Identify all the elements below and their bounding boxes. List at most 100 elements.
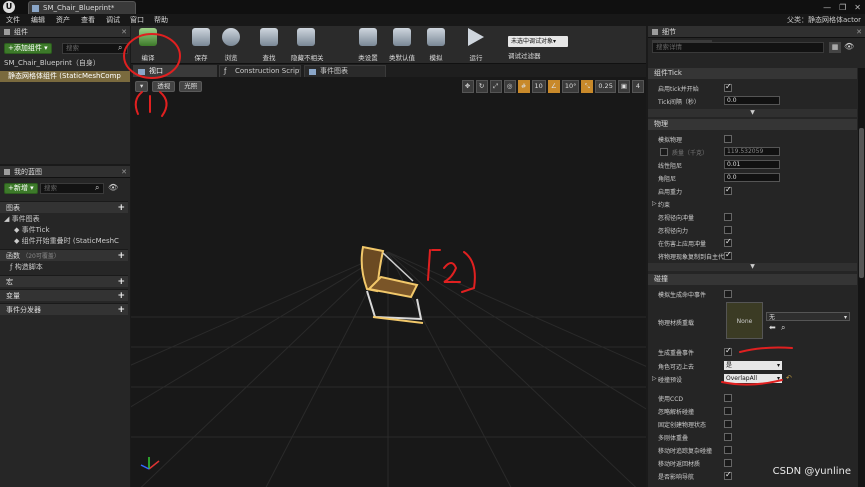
phys-material-thumbnail[interactable]: None [726,302,763,339]
new-button[interactable]: +新增 ▾ [4,183,38,194]
dispatchers-section[interactable]: 事件分发器 + [0,303,128,315]
hide-unrelated-button[interactable]: 隐藏不相关 [291,28,324,62]
ignore-radial-force-checkbox[interactable] [724,226,732,234]
functions-section[interactable]: 函数 （20可覆盖） + [0,249,128,261]
grid-view-icon[interactable]: ▦ [829,42,841,53]
section-collision[interactable]: 碰撞 [648,274,857,285]
menu-help[interactable]: 帮助 [154,15,168,25]
generate-overlap-checkbox[interactable] [724,346,732,356]
menu-asset[interactable]: 资产 [56,15,70,25]
find-button[interactable]: 查找 [254,28,284,62]
menu-view[interactable]: 查看 [81,15,95,25]
expand-tick-icon[interactable]: ▼ [648,109,857,117]
close-icon[interactable]: ✕ [121,166,127,178]
expand-physics-icon[interactable]: ▼ [648,263,857,271]
world-space-icon[interactable]: ◎ [503,80,516,93]
rotate-tool-icon[interactable]: ↻ [475,80,488,93]
scale-snap-icon[interactable]: ⤡ [581,80,594,93]
event-tick-item[interactable]: ◆ 事件Tick [0,225,128,236]
document-tab[interactable]: SM_Chair_Blueprint* [28,1,136,14]
simulate-physics-checkbox[interactable] [724,135,732,143]
add-dispatcher-icon[interactable]: + [117,304,125,316]
reset-icon[interactable]: ↶ [786,374,792,382]
maximize-button[interactable]: ❐ [839,3,846,12]
can-step-up-select[interactable]: 是 ▾ [724,361,782,370]
ignore-radial-impulse-checkbox[interactable] [724,213,732,221]
construction-script-item[interactable]: ƒ 构造脚本 [0,262,128,273]
add-variable-icon[interactable]: + [117,290,125,302]
close-icon[interactable]: ✕ [856,26,862,38]
add-function-icon[interactable]: + [117,250,125,262]
always-create-physics-checkbox[interactable] [724,420,732,428]
add-component-button[interactable]: +添加组件 ▾ [4,43,52,54]
tick-start-checkbox[interactable] [724,82,732,92]
overlap-event-item[interactable]: ◆ 组件开始重叠时 (StaticMeshC [0,236,128,247]
section-component-tick[interactable]: 组件Tick [648,68,857,79]
details-scrollbar[interactable] [858,68,865,487]
scale-snap-value[interactable]: 0.25 [595,80,616,93]
return-material-checkbox[interactable] [724,459,732,467]
variables-section[interactable]: 变量 + [0,289,128,301]
perspective-button[interactable]: 透视 [152,81,176,92]
apply-impulse-checkbox[interactable] [724,237,732,247]
check-async-checkbox[interactable] [724,446,732,454]
browse-button[interactable]: 浏览 [216,28,246,62]
grid-snap-icon[interactable]: # [517,80,530,93]
enable-gravity-checkbox[interactable] [724,185,732,195]
collision-presets-select[interactable]: OverlapAll ▾ [724,374,782,383]
phys-material-select[interactable]: 无 ▾ [766,312,850,321]
camera-speed-value[interactable]: 4 [632,80,644,93]
tab-event-graph[interactable]: 事件图表 [304,65,386,77]
menu-file[interactable]: 文件 [6,15,20,25]
row-constraints[interactable]: ▷ 约束 [648,198,857,211]
translate-tool-icon[interactable]: ✥ [461,80,474,93]
linear-damping-input[interactable]: 0.01 [724,160,780,169]
tree-item-static-mesh[interactable]: 静态网格体组件 (StaticMeshComp [0,71,130,82]
replicate-physics-checkbox[interactable] [724,250,732,260]
simulate-button[interactable]: 模拟 [421,28,451,62]
tick-interval-input[interactable]: 0.0 [724,96,780,105]
angular-damping-input[interactable]: 0.0 [724,173,780,182]
menu-debug[interactable]: 调试 [106,15,120,25]
sim-hit-events-checkbox[interactable] [724,290,732,298]
viewport[interactable]: ▾ 透视 光照 ✥ ↻ ⤢ ◎ # 10 ∠ 10° ⤡ 0.25 ▣ 4 [131,77,646,487]
arrow-left-icon[interactable]: ⬅ [769,323,776,332]
save-button[interactable]: 保存 [186,28,216,62]
tab-construction-script[interactable]: ƒ Construction Script [219,65,301,77]
graphs-section[interactable]: 图表 + [0,201,128,213]
multi-body-overlap-checkbox[interactable] [724,433,732,441]
menu-window[interactable]: 窗口 [130,15,144,25]
rotation-snap-icon[interactable]: ∠ [547,80,560,93]
scale-tool-icon[interactable]: ⤢ [489,80,502,93]
mass-input[interactable]: 119.532059 [724,147,780,156]
search-icon[interactable]: ⌕ [781,323,785,333]
grid-snap-value[interactable]: 10 [531,80,546,93]
debug-object-select[interactable]: 未选中调试对象▾ [508,36,568,47]
tab-viewport[interactable]: 视口 [133,65,217,77]
lighting-button[interactable]: 光照 [179,81,203,92]
camera-speed-icon[interactable]: ▣ [617,80,630,93]
tree-item-root[interactable]: SM_Chair_Blueprint（自身） [0,58,130,69]
chair-mesh[interactable] [360,245,424,324]
viewport-options-button[interactable]: ▾ [135,81,149,92]
section-physics[interactable]: 物理 [648,119,857,130]
eye-icon[interactable]: 👁 [108,183,118,192]
compile-button[interactable]: 编译 [133,28,163,62]
close-button[interactable]: ✕ [854,3,861,12]
details-search-input[interactable]: 搜索详情 [652,42,824,53]
affect-navigation-checkbox[interactable] [724,470,732,480]
menu-edit[interactable]: 编辑 [31,15,45,25]
class-settings-button[interactable]: 类设置 [353,28,383,62]
mass-override-checkbox[interactable] [660,148,668,156]
rotation-snap-value[interactable]: 10° [561,80,580,93]
minimize-button[interactable]: — [823,3,831,12]
macros-section[interactable]: 宏 + [0,275,128,287]
use-ccd-checkbox[interactable] [724,394,732,402]
close-icon[interactable]: ✕ [121,26,127,38]
add-macro-icon[interactable]: + [117,276,125,288]
class-defaults-button[interactable]: 类默认值 [387,28,417,62]
details-scroll-thumb[interactable] [859,128,864,278]
play-button[interactable]: 运行 [461,28,491,62]
eye-icon[interactable]: 👁 [844,42,854,51]
add-graph-icon[interactable]: + [117,202,125,214]
